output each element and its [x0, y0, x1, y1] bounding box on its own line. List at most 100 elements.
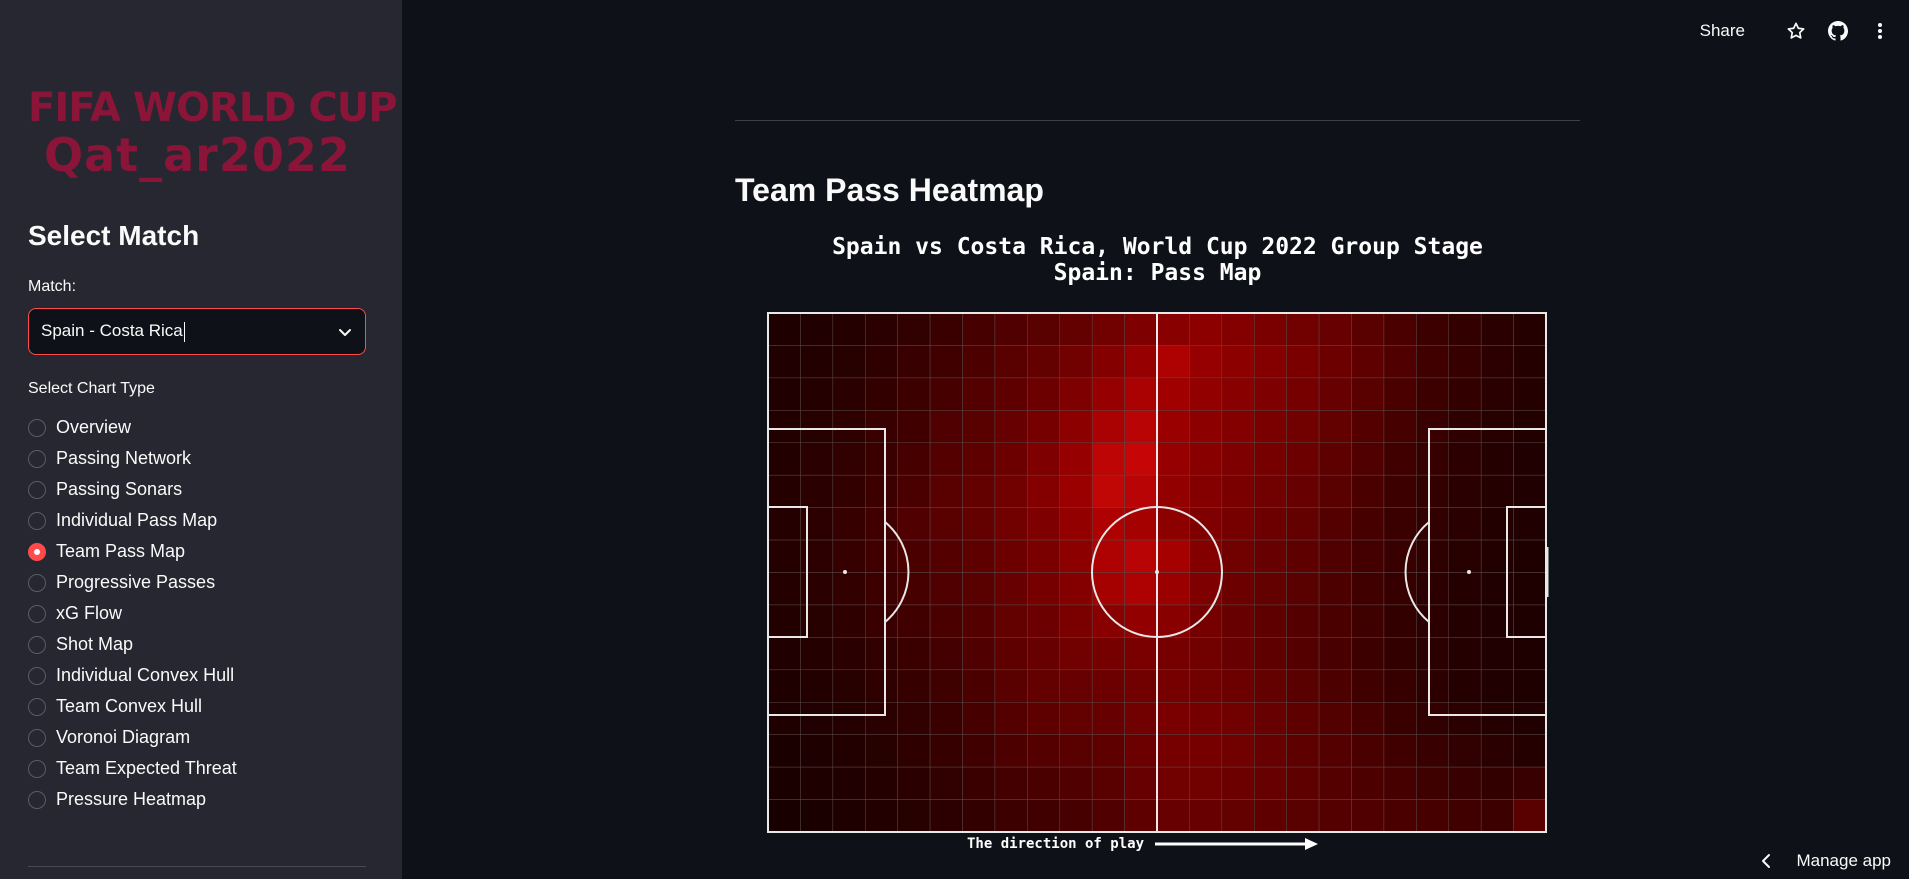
- heatmap-cell: [1480, 702, 1514, 735]
- heatmap-cell: [767, 345, 801, 379]
- heatmap-cell: [962, 766, 996, 800]
- heatmap-cell: [994, 474, 1028, 508]
- heatmap-cell: [1480, 637, 1514, 671]
- heatmap-cell: [832, 572, 866, 606]
- heatmap-cell: [1286, 410, 1320, 443]
- heatmap-cell: [1480, 312, 1514, 346]
- radio-button-icon[interactable]: [28, 666, 46, 685]
- heatmap-cell: [897, 474, 931, 508]
- heatmap-cell: [897, 669, 931, 703]
- heatmap-cell: [865, 539, 898, 573]
- chart-subtitle: Spain: Pass Map: [1053, 260, 1262, 286]
- radio-button-icon[interactable]: [28, 697, 46, 716]
- heatmap-cell: [1513, 766, 1547, 800]
- heatmap-cell: [1027, 442, 1061, 476]
- heatmap-cell: [994, 766, 1028, 800]
- heatmap-cell: [1124, 410, 1158, 443]
- heatmap-cell: [897, 604, 931, 638]
- heatmap-cell: [1059, 442, 1093, 476]
- heatmap-cell: [1448, 669, 1482, 703]
- heatmap-cell: [1318, 766, 1352, 800]
- chart-type-option-label: Pressure Heatmap: [56, 789, 207, 809]
- heatmap-cell: [1156, 669, 1190, 703]
- chart-type-option[interactable]: Voronoi Diagram: [28, 722, 237, 753]
- heatmap-cell: [1448, 507, 1482, 541]
- github-icon[interactable]: [1827, 20, 1849, 42]
- sidebar-divider: [28, 866, 366, 867]
- heatmap-cell: [1124, 702, 1158, 735]
- radio-button-icon[interactable]: [28, 418, 46, 437]
- heatmap-cell: [800, 507, 834, 541]
- radio-button-icon[interactable]: [28, 728, 46, 747]
- chart-type-option[interactable]: Passing Sonars: [28, 474, 237, 505]
- heatmap-cell: [1448, 410, 1482, 443]
- more-vert-icon[interactable]: [1869, 20, 1891, 42]
- radio-button-icon[interactable]: [28, 790, 46, 809]
- heatmap-cell: [800, 539, 834, 573]
- heatmap-cell: [1091, 734, 1125, 768]
- heatmap-cell: [865, 604, 898, 638]
- heatmap-cell: [1091, 604, 1125, 638]
- heatmap-cell: [1156, 410, 1190, 443]
- chart-type-option[interactable]: xG Flow: [28, 598, 237, 629]
- heatmap-cell: [897, 702, 931, 735]
- heatmap-cell: [1351, 604, 1385, 638]
- heatmap-cell: [1318, 604, 1352, 638]
- chart-type-option[interactable]: Overview: [28, 412, 237, 443]
- chart-type-option[interactable]: Team Expected Threat: [28, 753, 237, 784]
- heatmap-cell: [767, 604, 801, 638]
- match-select[interactable]: Spain - Costa Rica: [28, 308, 366, 355]
- heatmap-cell: [800, 312, 834, 346]
- radio-button-icon[interactable]: [28, 542, 46, 561]
- chart-type-option[interactable]: Progressive Passes: [28, 567, 237, 598]
- heatmap-cell: [800, 702, 834, 735]
- heatmap-cell: [767, 410, 801, 443]
- heatmap-cell: [1286, 474, 1320, 508]
- heatmap-cell: [1189, 507, 1223, 541]
- heatmap-cell: [1091, 702, 1125, 735]
- heatmap-cell: [1448, 442, 1482, 476]
- star-icon[interactable]: [1785, 20, 1807, 42]
- heatmap-cell: [865, 410, 898, 443]
- heatmap-cell: [1027, 474, 1061, 508]
- heatmap-cell: [1351, 734, 1385, 768]
- chart-type-option[interactable]: Team Convex Hull: [28, 691, 237, 722]
- heatmap-cell: [1318, 734, 1352, 768]
- heatmap-cell: [1513, 539, 1547, 573]
- chart-type-option[interactable]: Individual Pass Map: [28, 505, 237, 536]
- heatmap-cell: [1059, 604, 1093, 638]
- heatmap-cell: [1124, 442, 1158, 476]
- radio-button-icon[interactable]: [28, 759, 46, 778]
- heatmap-cell: [767, 539, 801, 573]
- heatmap-cell: [832, 734, 866, 768]
- chart-type-option[interactable]: Team Pass Map: [28, 536, 237, 567]
- radio-button-icon[interactable]: [28, 604, 46, 623]
- heatmap-cell: [1318, 702, 1352, 735]
- radio-button-icon[interactable]: [28, 511, 46, 530]
- heatmap-cell: [1124, 734, 1158, 768]
- heatmap-cell: [1221, 702, 1255, 735]
- heatmap-cell: [994, 345, 1028, 379]
- chart-type-option[interactable]: Pressure Heatmap: [28, 784, 237, 815]
- radio-button-icon[interactable]: [28, 449, 46, 468]
- radio-button-icon[interactable]: [28, 573, 46, 592]
- radio-button-icon[interactable]: [28, 635, 46, 654]
- radio-button-icon[interactable]: [28, 480, 46, 499]
- heatmap-cell: [1091, 474, 1125, 508]
- share-button[interactable]: Share: [1700, 21, 1745, 41]
- heatmap-cell: [832, 669, 866, 703]
- heatmap-cell: [1351, 637, 1385, 671]
- heatmap-cell: [994, 669, 1028, 703]
- chart-type-option[interactable]: Passing Network: [28, 443, 237, 474]
- chart-type-option[interactable]: Individual Convex Hull: [28, 660, 237, 691]
- manage-app-button[interactable]: Manage app: [1760, 851, 1891, 871]
- heatmap-cell: [1221, 474, 1255, 508]
- heatmap-cell: [1189, 799, 1223, 833]
- chart-title: Spain vs Costa Rica, World Cup 2022 Grou…: [832, 234, 1483, 260]
- heatmap-cell: [929, 766, 963, 800]
- heatmap-cell: [1416, 442, 1449, 476]
- chart-type-option[interactable]: Shot Map: [28, 629, 237, 660]
- heatmap-cell: [1480, 377, 1514, 411]
- heatmap-cell: [897, 637, 931, 671]
- heatmap-cell: [1318, 442, 1352, 476]
